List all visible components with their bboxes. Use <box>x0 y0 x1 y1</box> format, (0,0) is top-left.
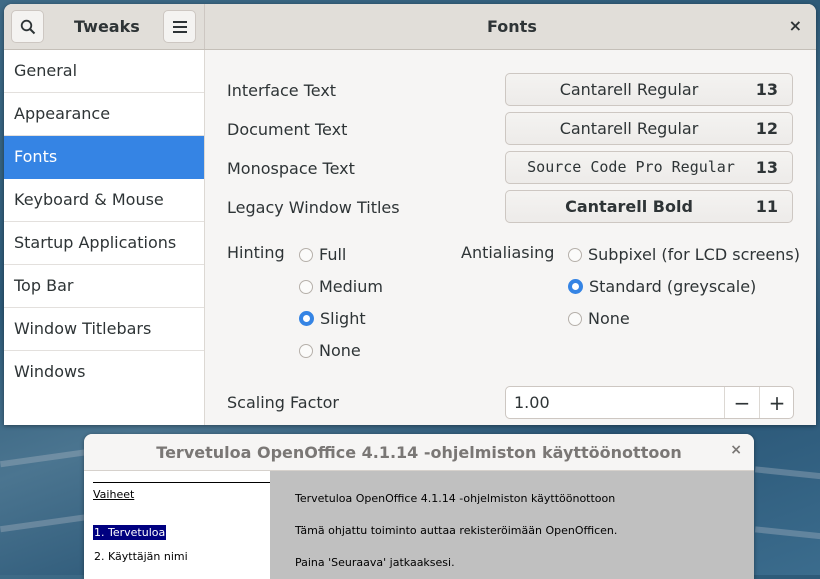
sidebar-item-startup-applications[interactable]: Startup Applications <box>4 222 204 265</box>
wizard-close-button[interactable]: × <box>730 442 742 458</box>
radio-label: Standard (greyscale) <box>589 277 757 296</box>
radio-button[interactable] <box>299 343 313 358</box>
scaling-factor-spinbutton[interactable]: 1.00 − + <box>505 386 794 419</box>
plus-icon: + <box>768 390 786 415</box>
legacy-window-titles-font-button[interactable]: Cantarell Bold 11 <box>505 190 793 223</box>
app-title: Tweaks <box>74 17 140 36</box>
wizard-title: Tervetuloa OpenOffice 4.1.14 -ohjelmisto… <box>156 443 682 462</box>
sidebar-item-appearance[interactable]: Appearance <box>4 93 204 136</box>
radio-button-selected[interactable] <box>568 279 583 294</box>
header-divider <box>204 4 205 49</box>
wizard-header-bar: Tervetuloa OpenOffice 4.1.14 -ohjelmisto… <box>84 434 754 471</box>
sidebar-item-top-bar[interactable]: Top Bar <box>4 265 204 308</box>
wizard-instruction: Paina 'Seuraava' jatkaaksesi. <box>295 556 455 569</box>
document-text-font-button[interactable]: Cantarell Regular 12 <box>505 112 793 145</box>
radio-label: None <box>588 309 630 328</box>
font-name: Cantarell Regular <box>559 119 699 138</box>
wizard-step-welcome[interactable]: 1. Tervetuloa <box>93 525 167 540</box>
radio-button-selected[interactable] <box>299 311 314 326</box>
sidebar-item-general[interactable]: General <box>4 50 204 93</box>
hinting-option-none[interactable]: None <box>299 341 361 360</box>
radio-button[interactable] <box>299 247 313 262</box>
wizard-steps-panel: Vaiheet 1. Tervetuloa 2. Käyttäjän nimi <box>84 471 270 579</box>
wallpaper-streak <box>754 526 820 540</box>
fonts-panel: Interface Text Cantarell Regular 13 Docu… <box>205 50 816 425</box>
wizard-content: Tervetuloa OpenOffice 4.1.14 -ohjelmisto… <box>270 471 754 579</box>
sidebar-item-window-titlebars[interactable]: Window Titlebars <box>4 308 204 351</box>
page-title: Fonts <box>487 17 537 36</box>
openoffice-wizard-window: Tervetuloa OpenOffice 4.1.14 -ohjelmisto… <box>84 434 754 579</box>
header-bar: Tweaks Fonts × <box>4 4 816 50</box>
steps-title: Vaiheet <box>93 488 135 501</box>
radio-button[interactable] <box>568 311 582 326</box>
interface-text-font-button[interactable]: Cantarell Regular 13 <box>505 73 793 106</box>
radio-button[interactable] <box>568 247 582 262</box>
radio-label: Slight <box>320 309 366 328</box>
close-icon: × <box>730 442 742 458</box>
font-size: 12 <box>755 119 778 138</box>
wizard-description: Tämä ohjattu toiminto auttaa rekisteröim… <box>295 524 618 537</box>
antialiasing-label: Antialiasing <box>461 243 555 262</box>
sidebar-item-keyboard-mouse[interactable]: Keyboard & Mouse <box>4 179 204 222</box>
search-button[interactable] <box>11 10 44 43</box>
scaling-factor-input[interactable]: 1.00 <box>514 387 550 418</box>
font-name: Source Code Pro Regular <box>527 158 735 176</box>
radio-label: Medium <box>319 277 383 296</box>
legacy-window-titles-label: Legacy Window Titles <box>227 198 400 217</box>
decrement-button[interactable]: − <box>724 387 759 418</box>
antialiasing-option-standard[interactable]: Standard (greyscale) <box>568 277 756 296</box>
font-size: 13 <box>755 158 778 177</box>
radio-label: None <box>319 341 361 360</box>
sidebar: General Appearance Fonts Keyboard & Mous… <box>4 50 205 425</box>
radio-label: Full <box>319 245 347 264</box>
scaling-factor-label: Scaling Factor <box>227 393 340 412</box>
close-icon: × <box>788 16 802 35</box>
antialiasing-option-subpixel[interactable]: Subpixel (for LCD screens) <box>568 245 800 264</box>
hinting-option-medium[interactable]: Medium <box>299 277 383 296</box>
increment-button[interactable]: + <box>759 387 794 418</box>
search-icon <box>20 19 35 34</box>
font-name: Cantarell Regular <box>559 80 699 99</box>
monospace-text-font-button[interactable]: Source Code Pro Regular 13 <box>505 151 793 184</box>
hinting-option-full[interactable]: Full <box>299 245 346 264</box>
menu-button[interactable] <box>163 10 196 43</box>
antialiasing-option-none[interactable]: None <box>568 309 630 328</box>
sidebar-item-fonts[interactable]: Fonts <box>4 136 204 179</box>
font-name: Cantarell Bold <box>565 197 693 216</box>
divider <box>93 482 270 483</box>
minus-icon: − <box>733 390 751 415</box>
document-text-label: Document Text <box>227 120 348 139</box>
radio-button[interactable] <box>299 279 313 294</box>
wizard-step-user-name[interactable]: 2. Käyttäjän nimi <box>93 549 189 564</box>
hinting-option-slight[interactable]: Slight <box>299 309 366 328</box>
hinting-label: Hinting <box>227 243 285 262</box>
welcome-heading: Tervetuloa OpenOffice 4.1.14 -ohjelmisto… <box>295 492 616 505</box>
font-size: 11 <box>755 197 778 216</box>
interface-text-label: Interface Text <box>227 81 337 100</box>
wallpaper-streak <box>0 448 90 468</box>
close-button[interactable]: × <box>789 16 802 35</box>
monospace-text-label: Monospace Text <box>227 159 355 178</box>
tweaks-window: Tweaks Fonts × General Appearance Fonts … <box>4 4 816 425</box>
font-size: 13 <box>755 80 778 99</box>
hamburger-menu-icon <box>172 20 187 33</box>
wallpaper-streak <box>754 466 820 480</box>
sidebar-item-windows[interactable]: Windows <box>4 351 204 393</box>
wallpaper-streak <box>0 513 90 533</box>
radio-label: Subpixel (for LCD screens) <box>588 245 800 264</box>
